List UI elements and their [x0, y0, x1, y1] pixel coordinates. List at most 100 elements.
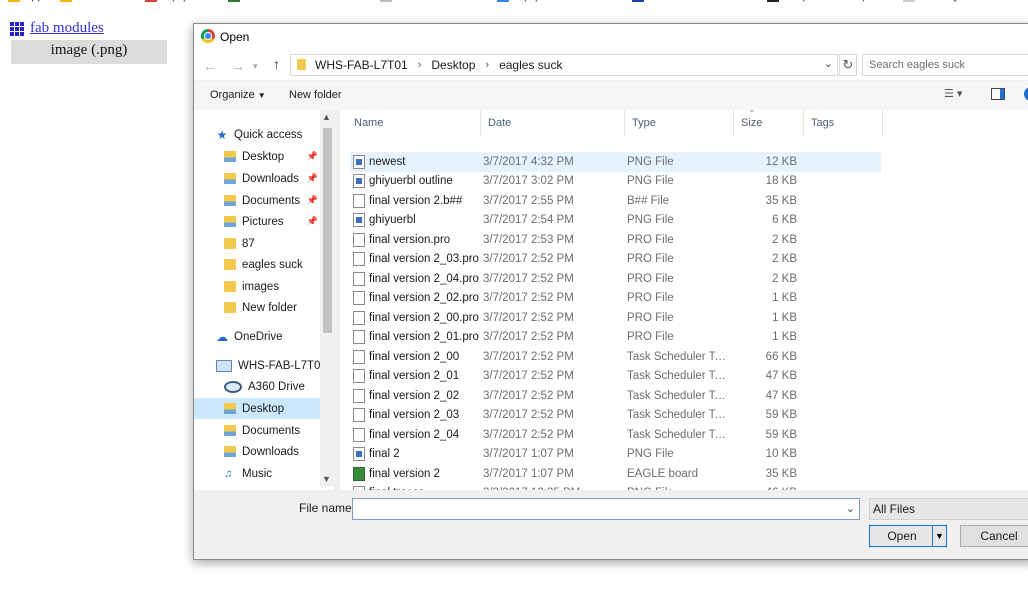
folder-icon	[297, 59, 306, 70]
format-label: image (.png)	[11, 40, 167, 64]
open-options-chevron-icon[interactable]: ▼	[932, 526, 946, 546]
column-header-type[interactable]: Type	[624, 110, 734, 136]
file-name-field[interactable]: ⌄	[352, 498, 860, 520]
file-type: PNG File	[627, 487, 727, 490]
fab-modules-link[interactable]: fab modules	[30, 20, 104, 37]
chevron-down-icon[interactable]: ⌄	[846, 502, 855, 515]
file-row[interactable]: final version 2 3/7/2017 1:07 PM EAGLE boa…	[350, 464, 881, 484]
bookmark-item[interactable]: Innovation Center ...	[228, 0, 343, 2]
nav-item-eagles-suck[interactable]: eagles suck	[194, 254, 320, 275]
nav-quick-access[interactable]: ★ Quick access	[216, 124, 334, 145]
bookmark-item[interactable]: Classroom	[60, 0, 129, 2]
up-arrow-icon[interactable]: ↑	[273, 56, 280, 72]
search-input[interactable]	[863, 55, 1028, 75]
bookmark-item[interactable]: Equipment and Recre...	[497, 0, 629, 2]
chevron-right-icon[interactable]: ›	[485, 59, 489, 71]
file-row[interactable]: ghiyuerbl 3/7/2017 2:54 PM PNG File 6 KB	[350, 211, 881, 231]
chevron-right-icon[interactable]: ›	[418, 59, 422, 71]
file-row[interactable]: final version 2_01.pro 3/7/2017 2:52 PM PR…	[350, 328, 881, 348]
breadcrumb-item[interactable]: WHS-FAB-L7T01	[315, 58, 408, 72]
generic-file-icon	[353, 291, 365, 306]
file-row[interactable]: final version 2_04.pro 3/7/2017 2:52 PM PR…	[350, 269, 881, 289]
nav-item-images[interactable]: images	[194, 276, 320, 297]
column-header-name[interactable]: Name	[346, 110, 481, 136]
nav-item-desktop[interactable]: Desktop 📌	[194, 146, 320, 167]
column-header-date[interactable]: Date	[480, 110, 625, 136]
scrollbar-thumb[interactable]	[323, 128, 332, 333]
bookmark-icon	[903, 0, 915, 2]
file-date: 3/7/2017 2:52 PM	[483, 272, 574, 285]
nav-item-downloads[interactable]: Downloads 📌	[194, 168, 320, 189]
generic-file-icon	[353, 427, 365, 442]
nav-item-this-pc[interactable]: WHS-FAB-L7T01	[194, 355, 327, 376]
file-row[interactable]: final version 2_01 3/7/2017 2:52 PM Task S…	[350, 367, 881, 387]
bookmark-item[interactable]: Cart - Quantum 3D	[903, 0, 1012, 2]
bookmark-item[interactable]: Apps	[8, 0, 49, 2]
nav-item-onedrive[interactable]: ☁ OneDrive	[194, 326, 320, 347]
back-arrow-icon[interactable]: ←	[203, 58, 217, 74]
nav-item-music[interactable]: ♫ Music	[194, 463, 320, 484]
bookmark-icon	[145, 0, 157, 2]
open-button[interactable]: Open ▼	[869, 525, 947, 547]
file-row[interactable]: final 2 3/7/2017 1:07 PM PNG File 10 KB	[350, 445, 881, 465]
pin-icon[interactable]: 📌	[307, 216, 318, 227]
file-date: 3/7/2017 4:32 PM	[483, 155, 574, 168]
nav-item-pc-desktop[interactable]: Desktop	[194, 398, 320, 419]
nav-item-pc-downloads[interactable]: Downloads	[194, 441, 320, 462]
forward-arrow-icon[interactable]: →	[231, 58, 245, 74]
bookmark-item[interactable]: Equipment	[145, 0, 214, 2]
file-row[interactable]: final traces 3/3/2017 12:35 PM PNG File 46 …	[350, 484, 881, 490]
nav-item-87[interactable]: 87	[194, 233, 320, 254]
help-icon[interactable]	[1024, 87, 1028, 101]
bookmark-item[interactable]: Worksheet Commun...	[632, 0, 757, 2]
pin-icon[interactable]: 📌	[307, 173, 318, 184]
file-size: 2 KB	[772, 253, 797, 266]
nav-item-pictures[interactable]: Pictures 📌	[194, 211, 320, 232]
nav-scrollbar[interactable]: ▲ ▼	[320, 110, 334, 486]
file-row[interactable]: ghiyuerbl outline 3/7/2017 3:02 PM PNG Fil…	[350, 172, 881, 192]
file-type: PRO File	[627, 331, 674, 344]
file-size: 35 KB	[765, 467, 797, 480]
file-row[interactable]: final version 2.b## 3/7/2017 2:55 PM B## F…	[350, 191, 881, 211]
file-row[interactable]: final version 2_02 3/7/2017 2:52 PM Task S…	[350, 386, 881, 406]
file-type-select[interactable]: All Files	[869, 498, 1028, 520]
file-name: final version 2_04	[369, 428, 460, 441]
nav-item-new-folder[interactable]: New folder	[194, 297, 320, 318]
column-header-tags[interactable]: Tags	[803, 110, 883, 136]
bookmark-item[interactable]: Electronic Kits - ...	[380, 0, 485, 2]
nav-item-label: Downloads	[242, 445, 299, 458]
nav-item-documents[interactable]: Documents 📌	[194, 190, 320, 211]
file-row[interactable]: final version 2_03 3/7/2017 2:52 PM Task S…	[350, 406, 881, 426]
pin-icon[interactable]: 📌	[307, 151, 318, 162]
file-name-input[interactable]	[353, 499, 836, 519]
preview-pane-icon[interactable]	[991, 88, 1005, 100]
file-date: 3/7/2017 2:52 PM	[483, 311, 574, 324]
organize-button[interactable]: Organize ▼	[210, 89, 266, 101]
chevron-down-icon[interactable]: ⌄	[824, 57, 833, 70]
refresh-icon[interactable]: ↻	[839, 54, 857, 76]
nav-item-a360-drive[interactable]: A360 Drive	[194, 376, 320, 397]
nav-item-pc-documents[interactable]: Documents	[194, 420, 320, 441]
file-row[interactable]: final version 2_00.pro 3/7/2017 2:52 PM PR…	[350, 308, 881, 328]
scroll-up-icon[interactable]: ▲	[322, 112, 331, 122]
recent-locations-chevron-icon[interactable]: ▾	[253, 61, 258, 72]
breadcrumb-item[interactable]: eagles suck	[499, 58, 562, 72]
file-row[interactable]: final version 2_04 3/7/2017 2:52 PM Task S…	[350, 425, 881, 445]
breadcrumb-item[interactable]: Desktop	[431, 58, 475, 72]
view-options-icon[interactable]: ☰ ▾	[944, 87, 962, 100]
file-row[interactable]: final version 2_00 3/7/2017 2:52 PM Task S…	[350, 347, 881, 367]
file-row[interactable]: final version.pro 3/7/2017 2:53 PM PRO Fil…	[350, 230, 881, 250]
new-folder-button[interactable]: New folder	[289, 89, 342, 101]
column-header-size[interactable]: Size	[733, 110, 804, 136]
cancel-button[interactable]: Cancel	[960, 525, 1028, 547]
generic-file-icon	[353, 193, 365, 208]
pin-icon[interactable]: 📌	[307, 195, 318, 206]
bookmark-item[interactable]: Shop MakerBot | 3-...	[767, 0, 887, 2]
png-file-icon	[353, 154, 365, 169]
file-row[interactable]: final version 2_02.pro 3/7/2017 2:52 PM PR…	[350, 289, 881, 309]
file-row[interactable]: final version 2_03.pro 3/7/2017 2:52 PM PR…	[350, 250, 881, 270]
address-bar[interactable]: WHS-FAB-L7T01 › Desktop › eagles suck ⌄	[290, 54, 838, 76]
search-box[interactable]	[862, 54, 1028, 76]
scroll-down-icon[interactable]: ▼	[322, 474, 331, 484]
file-row[interactable]: newest 3/7/2017 4:32 PM PNG File 12 KB	[350, 152, 881, 172]
